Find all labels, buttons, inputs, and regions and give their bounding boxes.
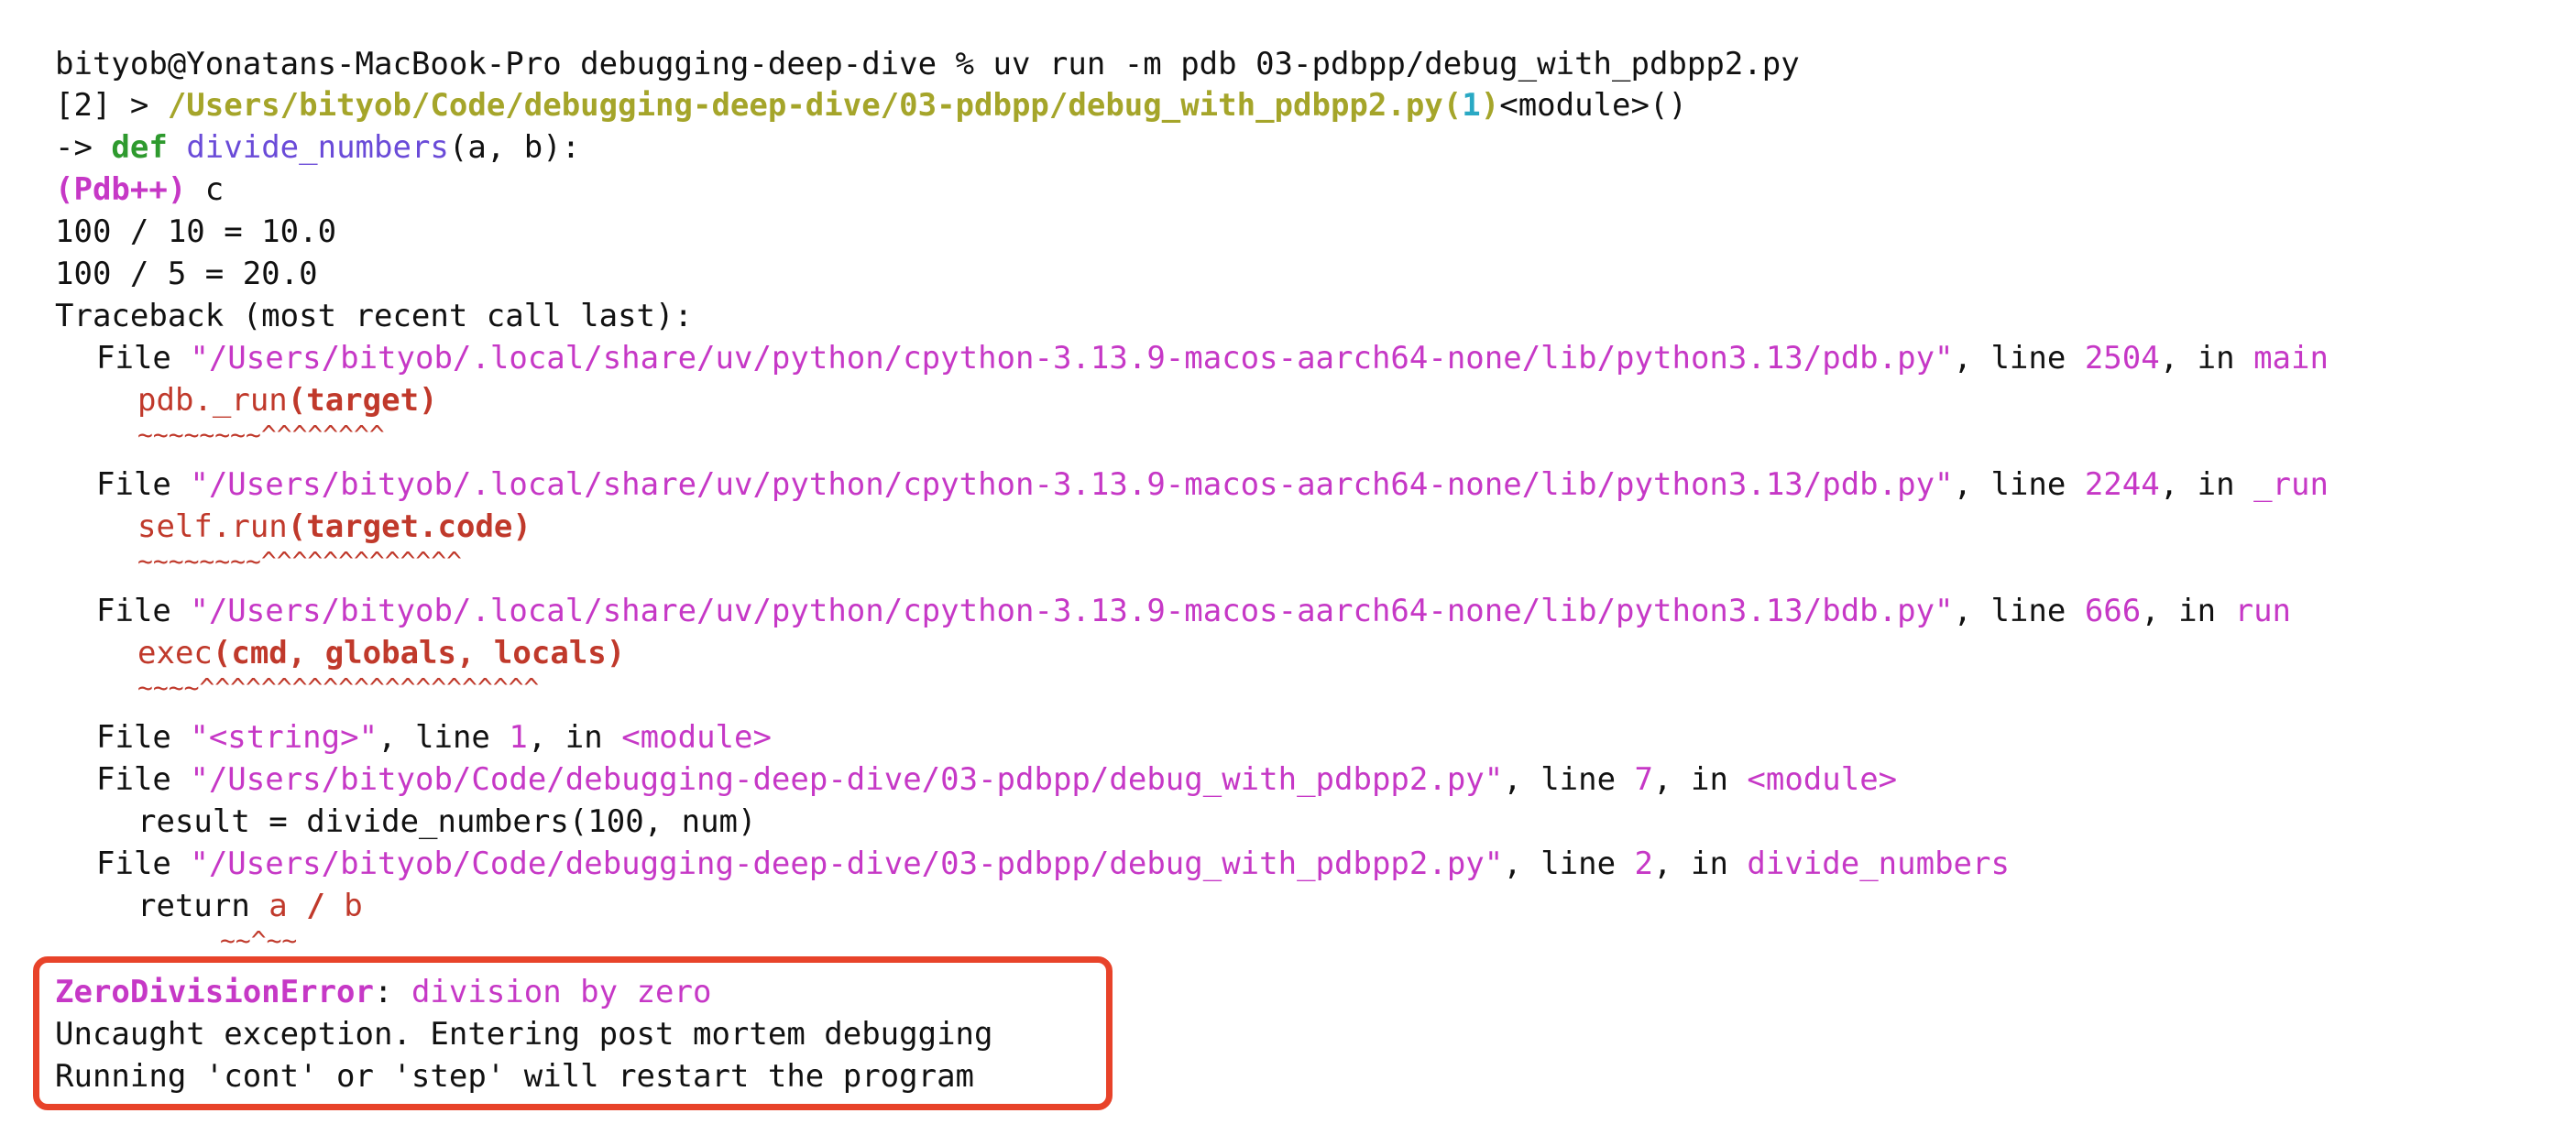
file-word: File	[96, 340, 191, 377]
line-word: , line	[1503, 761, 1635, 798]
frame-file: "/Users/bityob/.local/share/uv/python/cp…	[190, 466, 1954, 503]
function-args: (a, b):	[448, 129, 581, 166]
file-word: File	[96, 593, 191, 629]
error-marker: ~~~~^^^^^^^^^^^^^^^^^^^^^^	[137, 672, 540, 703]
frame-func: _run	[2253, 466, 2329, 503]
frame-line: 2244	[2084, 466, 2160, 503]
in-word: , in	[1653, 846, 1748, 882]
in-word: , in	[2159, 466, 2254, 503]
line-word: , line	[1953, 466, 2085, 503]
code-text: pdb._run	[137, 382, 288, 419]
frame-func: <module>	[1747, 761, 1898, 798]
error-marker: ~~~~~~~~^^^^^^^^	[137, 420, 385, 450]
shell-prompt: bityob@Yonatans-MacBook-Pro debugging-de…	[55, 46, 975, 82]
function-name: divide_numbers	[167, 129, 449, 166]
operand-a: a	[269, 888, 288, 924]
frame-code: result = divide_numbers(100, num)	[137, 803, 757, 840]
def-keyword: def	[111, 129, 168, 166]
file-word: File	[96, 719, 191, 756]
command-line: bityob@Yonatans-MacBook-Pro debugging-de…	[55, 43, 1800, 85]
in-word: , in	[1653, 761, 1748, 798]
traceback-frame: File "/Users/bityob/Code/debugging-deep-…	[96, 843, 2010, 885]
paren-close: )	[1480, 87, 1500, 124]
frame-func: divide_numbers	[1747, 846, 2010, 882]
error-highlight-box	[33, 956, 1113, 1110]
code-text: self.run	[137, 508, 288, 545]
code-highlight: (cmd, globals, locals)	[212, 635, 626, 671]
traceback-frame: File "/Users/bityob/.local/share/uv/pyth…	[96, 337, 2329, 379]
frame-file: "/Users/bityob/Code/debugging-deep-dive/…	[190, 761, 1504, 798]
in-word: , in	[2159, 340, 2254, 377]
frame-file: "/Users/bityob/Code/debugging-deep-dive/…	[190, 846, 1504, 882]
pdb-location-line: [2] > /Users/bityob/Code/debugging-deep-…	[55, 84, 1687, 126]
file-word: File	[96, 466, 191, 503]
division-operator: /	[287, 888, 345, 924]
output-line-2: 100 / 5 = 20.0	[55, 256, 318, 292]
line-word: , line	[1953, 593, 2085, 629]
current-source-line: -> def divide_numbers(a, b):	[55, 126, 580, 169]
line-word: , line	[1503, 846, 1635, 882]
frame-line: 2	[1634, 846, 1654, 882]
pdb-command: c	[186, 171, 225, 208]
line-word: , line	[378, 719, 510, 756]
paren-open: (	[1442, 87, 1463, 124]
pdb-prompt: (Pdb++)	[55, 171, 187, 208]
in-word: , in	[2141, 593, 2235, 629]
error-marker: ~~~~~~~~^^^^^^^^^^^^^	[137, 546, 463, 576]
frame-line: 7	[1634, 761, 1654, 798]
frame-func: main	[2253, 340, 2329, 377]
line-number: 1	[1462, 87, 1481, 124]
in-word: , in	[527, 719, 622, 756]
frame-line: 2504	[2084, 340, 2160, 377]
traceback-frame: File "/Users/bityob/Code/debugging-deep-…	[96, 758, 1897, 801]
pdb-prompt-line: (Pdb++) c	[55, 169, 224, 211]
script-path: /Users/bityob/Code/debugging-deep-dive/0…	[167, 87, 1443, 124]
line-word: , line	[1953, 340, 2085, 377]
file-word: File	[96, 761, 191, 798]
frame-line: 666	[2084, 593, 2142, 629]
module-label: <module>()	[1499, 87, 1687, 124]
operand-b: b	[344, 888, 363, 924]
frame-file: "/Users/bityob/.local/share/uv/python/cp…	[190, 593, 1954, 629]
output-line-1: 100 / 10 = 10.0	[55, 213, 337, 250]
frame-func: <module>	[621, 719, 772, 756]
return-keyword: return	[137, 888, 269, 924]
file-word: File	[96, 846, 191, 882]
frame-file: "<string>"	[190, 719, 378, 756]
code-text: exec	[137, 635, 213, 671]
code-highlight: (target.code)	[287, 508, 532, 545]
frame-file: "/Users/bityob/.local/share/uv/python/cp…	[190, 340, 1954, 377]
current-arrow: ->	[55, 129, 112, 166]
traceback-frame: File "<string>", line 1, in <module>	[96, 716, 772, 758]
traceback-frame: File "/Users/bityob/.local/share/uv/pyth…	[96, 590, 2291, 632]
shell-command: uv run -m pdb 03-pdbpp/debug_with_pdbpp2…	[974, 46, 1800, 82]
frame-line: 1	[509, 719, 528, 756]
traceback-frame: File "/Users/bityob/.local/share/uv/pyth…	[96, 464, 2329, 506]
frame-prefix: [2] >	[55, 87, 168, 124]
frame-func: run	[2234, 593, 2292, 629]
traceback-header: Traceback (most recent call last):	[55, 298, 693, 334]
code-highlight: (target)	[287, 382, 438, 419]
